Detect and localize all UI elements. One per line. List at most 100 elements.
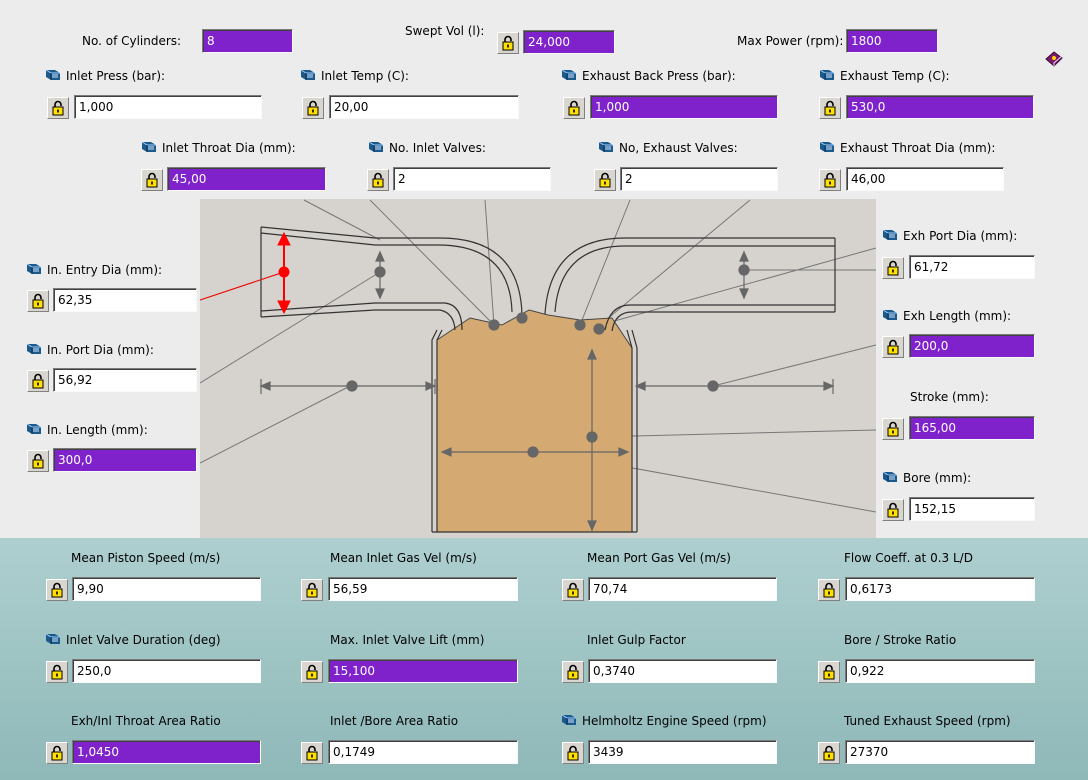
port-gas-vel-field[interactable]: 70,74 xyxy=(588,577,777,601)
bore-stroke-label: Bore / Stroke Ratio xyxy=(844,633,957,647)
valve-lift-label: Max. Inlet Valve Lift (mm) xyxy=(330,633,485,647)
book-icon[interactable] xyxy=(45,69,61,81)
stroke-field[interactable]: 165,00 xyxy=(909,416,1035,440)
exh-temp-lock[interactable] xyxy=(819,97,841,119)
inlet-throat-field[interactable]: 45,00 xyxy=(167,167,326,191)
help-book-icon[interactable] xyxy=(1044,50,1064,68)
bore-stroke-field[interactable]: 0,922 xyxy=(845,659,1035,683)
book-icon[interactable] xyxy=(598,141,614,153)
padlock-icon xyxy=(31,373,45,389)
bore-lock[interactable] xyxy=(882,499,904,521)
throat-ratio-label: Exh/Inl Throat Area Ratio xyxy=(71,714,221,728)
valve-duration-field[interactable]: 250,0 xyxy=(72,659,261,683)
exh-port-field[interactable]: 61,72 xyxy=(909,255,1035,279)
book-icon[interactable] xyxy=(45,633,61,645)
flow-coeff-field[interactable]: 0,6173 xyxy=(845,577,1035,601)
book-icon[interactable] xyxy=(819,141,835,153)
helmholtz-lock[interactable] xyxy=(562,742,584,764)
valve-lift-field[interactable]: 15,100 xyxy=(328,659,518,683)
helmholtz-field[interactable]: 3439 xyxy=(588,740,777,764)
inlet-throat-lock[interactable] xyxy=(141,169,163,191)
port-gas-vel-lock[interactable] xyxy=(562,579,584,601)
valve-lift-lock[interactable] xyxy=(301,661,323,683)
exh-back-press-lock[interactable] xyxy=(563,97,585,119)
in-entry-field[interactable]: 62,35 xyxy=(53,288,197,312)
book-icon[interactable] xyxy=(141,141,157,153)
tuned-exh-lock[interactable] xyxy=(818,742,840,764)
padlock-icon xyxy=(566,582,580,598)
cylinders-label: No. of Cylinders: xyxy=(82,34,182,48)
inlet-gas-vel-field[interactable]: 56,59 xyxy=(328,577,518,601)
inlet-temp-field[interactable]: 20,00 xyxy=(329,95,519,119)
no-exh-valves-field[interactable]: 2 xyxy=(620,167,778,191)
piston-speed-lock[interactable] xyxy=(46,579,68,601)
padlock-icon xyxy=(598,172,612,188)
exh-length-lock[interactable] xyxy=(882,336,904,358)
inlet-press-label: Inlet Press (bar): xyxy=(45,68,165,84)
book-icon[interactable] xyxy=(882,471,898,483)
padlock-icon xyxy=(50,582,64,598)
inlet-gas-vel-lock[interactable] xyxy=(301,579,323,601)
no-exh-valves-lock[interactable] xyxy=(594,169,616,191)
bore-area-field[interactable]: 0,1749 xyxy=(328,740,518,764)
exh-throat-field[interactable]: 46,00 xyxy=(846,167,1004,191)
padlock-icon xyxy=(886,421,900,437)
valve-duration-lock[interactable] xyxy=(46,661,68,683)
padlock-icon xyxy=(886,502,900,518)
book-icon[interactable] xyxy=(882,309,898,321)
book-icon[interactable] xyxy=(561,69,577,81)
exh-throat-lock[interactable] xyxy=(819,169,841,191)
throat-ratio-lock[interactable] xyxy=(46,742,68,764)
cylinders-field[interactable]: 8 xyxy=(202,29,293,53)
book-icon[interactable] xyxy=(26,423,42,435)
entry-dia-marker[interactable] xyxy=(199,231,291,315)
exh-length-field[interactable]: 200,0 xyxy=(909,334,1035,358)
book-icon[interactable] xyxy=(561,714,577,726)
book-icon[interactable] xyxy=(368,141,384,153)
inlet-press-field[interactable]: 1,000 xyxy=(74,95,262,119)
throat-ratio-field[interactable]: 1,0450 xyxy=(72,740,261,764)
swept-vol-label: Swept Vol (l): xyxy=(405,24,485,38)
gulp-factor-lock[interactable] xyxy=(562,661,584,683)
piston-speed-field[interactable]: 9,90 xyxy=(72,577,261,601)
book-icon[interactable] xyxy=(26,263,42,275)
no-inlet-valves-label: No. Inlet Valves: xyxy=(368,140,486,156)
gulp-factor-label: Inlet Gulp Factor xyxy=(587,633,686,647)
flow-coeff-label: Flow Coeff. at 0.3 L/D xyxy=(844,551,973,565)
no-inlet-valves-lock[interactable] xyxy=(367,169,389,191)
stroke-lock[interactable] xyxy=(882,418,904,440)
swept-vol-lock[interactable] xyxy=(497,32,519,54)
exh-port-lock[interactable] xyxy=(882,257,904,279)
inlet-temp-lock[interactable] xyxy=(302,97,324,119)
bore-stroke-lock[interactable] xyxy=(818,661,840,683)
padlock-icon xyxy=(822,582,836,598)
padlock-icon xyxy=(822,664,836,680)
in-length-field[interactable]: 300,0 xyxy=(53,448,197,472)
inlet-press-lock[interactable] xyxy=(47,97,69,119)
gulp-factor-field[interactable]: 0,3740 xyxy=(588,659,777,683)
flow-coeff-lock[interactable] xyxy=(818,579,840,601)
bore-field[interactable]: 152,15 xyxy=(909,497,1035,521)
bore-area-label: Inlet /Bore Area Ratio xyxy=(330,714,459,728)
padlock-icon xyxy=(501,35,515,51)
exh-back-press-field[interactable]: 1,000 xyxy=(590,95,778,119)
no-inlet-valves-field[interactable]: 2 xyxy=(393,167,551,191)
exh-temp-label: Exhaust Temp (C): xyxy=(819,68,950,84)
padlock-icon xyxy=(371,172,385,188)
tuned-exh-field[interactable]: 27370 xyxy=(845,740,1035,764)
in-port-lock[interactable] xyxy=(27,370,49,392)
in-entry-lock[interactable] xyxy=(27,290,49,312)
book-icon[interactable] xyxy=(26,343,42,355)
swept-vol-field[interactable]: 24,000 xyxy=(523,30,615,54)
exh-temp-field[interactable]: 530,0 xyxy=(846,95,1034,119)
bore-area-lock[interactable] xyxy=(301,742,323,764)
exh-port-label: Exh Port Dia (mm): xyxy=(882,228,1017,244)
in-port-field[interactable]: 56,92 xyxy=(53,368,197,392)
book-icon[interactable] xyxy=(819,69,835,81)
book-icon[interactable] xyxy=(300,69,316,81)
book-icon[interactable] xyxy=(882,229,898,241)
padlock-icon xyxy=(567,100,581,116)
max-power-field[interactable]: 1800 xyxy=(846,29,938,53)
in-length-lock[interactable] xyxy=(27,450,49,472)
padlock-icon xyxy=(822,745,836,761)
